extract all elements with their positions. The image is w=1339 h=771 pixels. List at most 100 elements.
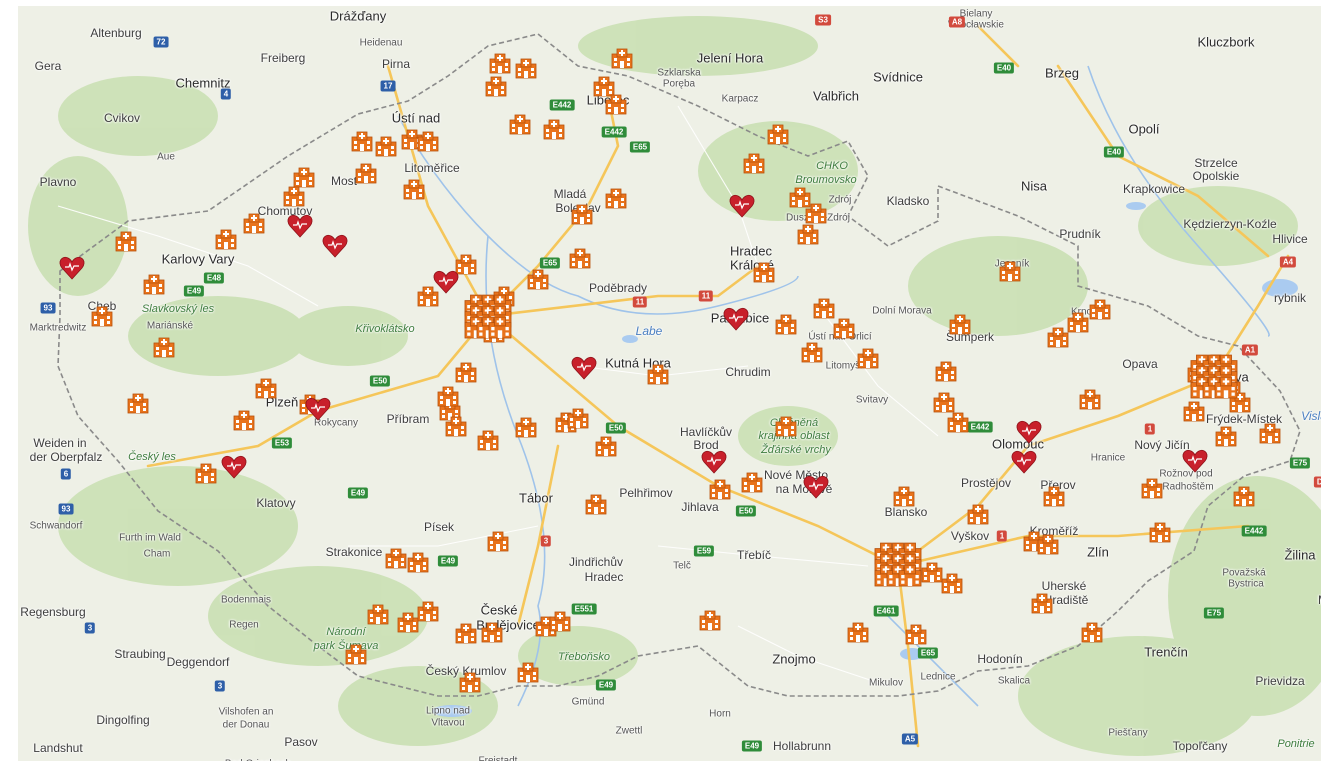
heart-icon[interactable] xyxy=(287,214,313,238)
hospital-building-icon[interactable] xyxy=(455,622,477,644)
hospital-building-icon[interactable] xyxy=(999,260,1021,282)
hospital-building-icon[interactable] xyxy=(1047,326,1069,348)
hospital-building-icon[interactable] xyxy=(585,493,607,515)
hospital-building-icon[interactable] xyxy=(767,123,789,145)
hospital-building-icon[interactable] xyxy=(1233,485,1255,507)
hospital-building-icon[interactable] xyxy=(857,347,879,369)
hospital-building-icon[interactable] xyxy=(1089,298,1111,320)
hospital-building-icon[interactable] xyxy=(355,162,377,184)
heart-icon[interactable] xyxy=(729,194,755,218)
hospital-building-icon[interactable] xyxy=(775,313,797,335)
hospital-building-icon[interactable] xyxy=(509,113,531,135)
hospital-building-icon[interactable] xyxy=(571,203,593,225)
hospital-building-icon[interactable] xyxy=(515,57,537,79)
heart-icon[interactable] xyxy=(571,356,597,380)
hospital-building-icon[interactable] xyxy=(847,621,869,643)
hospital-building-icon[interactable] xyxy=(487,530,509,552)
hospital-building-icon[interactable] xyxy=(351,130,373,152)
hospital-building-icon[interactable] xyxy=(517,661,539,683)
hospital-building-icon[interactable] xyxy=(489,52,511,74)
hospital-building-icon[interactable] xyxy=(488,315,512,339)
hospital-building-icon[interactable] xyxy=(753,261,775,283)
hospital-building-icon[interactable] xyxy=(91,305,113,327)
hospital-building-icon[interactable] xyxy=(345,643,367,665)
heart-icon[interactable] xyxy=(803,475,829,499)
hospital-building-icon[interactable] xyxy=(477,429,499,451)
hospital-building-icon[interactable] xyxy=(567,407,589,429)
heart-icon[interactable] xyxy=(221,455,247,479)
hospital-building-icon[interactable] xyxy=(1067,311,1089,333)
hospital-building-icon[interactable] xyxy=(1149,521,1171,543)
heart-icon[interactable] xyxy=(322,234,348,258)
hospital-building-icon[interactable] xyxy=(647,363,669,385)
heart-icon[interactable] xyxy=(433,270,459,294)
heart-icon[interactable] xyxy=(1182,449,1208,473)
hospital-building-icon[interactable] xyxy=(1214,375,1238,399)
hospital-building-icon[interactable] xyxy=(743,152,765,174)
hospital-building-icon[interactable] xyxy=(699,609,721,631)
hospital-building-icon[interactable] xyxy=(933,391,955,413)
hospital-building-icon[interactable] xyxy=(233,409,255,431)
hospital-building-icon[interactable] xyxy=(367,603,389,625)
hospital-building-icon[interactable] xyxy=(921,561,943,583)
heart-icon[interactable] xyxy=(59,256,85,280)
hospital-building-icon[interactable] xyxy=(437,385,459,407)
hospital-building-icon[interactable] xyxy=(375,135,397,157)
hospital-building-icon[interactable] xyxy=(417,130,439,152)
hospital-building-icon[interactable] xyxy=(595,435,617,457)
hospital-building-icon[interactable] xyxy=(243,212,265,234)
hospital-building-icon[interactable] xyxy=(215,228,237,250)
hospital-building-icon[interactable] xyxy=(153,336,175,358)
hospital-building-icon[interactable] xyxy=(1043,485,1065,507)
hospital-building-icon[interactable] xyxy=(195,462,217,484)
hospital-building-icon[interactable] xyxy=(775,415,797,437)
hospital-building-icon[interactable] xyxy=(833,317,855,339)
hospital-building-icon[interactable] xyxy=(417,600,439,622)
hospital-building-icon[interactable] xyxy=(385,547,407,569)
hospital-building-icon[interactable] xyxy=(1183,400,1205,422)
hospital-building-icon[interactable] xyxy=(143,273,165,295)
hospital-building-icon[interactable] xyxy=(1141,477,1163,499)
hospital-building-icon[interactable] xyxy=(1037,533,1059,555)
hospital-building-icon[interactable] xyxy=(605,187,627,209)
hospital-building-icon[interactable] xyxy=(445,415,467,437)
hospital-building-icon[interactable] xyxy=(941,572,963,594)
hospital-building-icon[interactable] xyxy=(709,478,731,500)
hospital-building-icon[interactable] xyxy=(898,563,922,587)
heart-icon[interactable] xyxy=(305,397,331,421)
hospital-building-icon[interactable] xyxy=(905,623,927,645)
hospital-building-icon[interactable] xyxy=(1079,388,1101,410)
heart-icon[interactable] xyxy=(723,307,749,331)
hospital-building-icon[interactable] xyxy=(407,551,429,573)
hospital-building-icon[interactable] xyxy=(115,230,137,252)
hospital-building-icon[interactable] xyxy=(947,411,969,433)
hospital-building-icon[interactable] xyxy=(611,47,633,69)
hospital-building-icon[interactable] xyxy=(1081,621,1103,643)
hospital-building-icon[interactable] xyxy=(515,416,537,438)
hospital-building-icon[interactable] xyxy=(455,361,477,383)
hospital-building-icon[interactable] xyxy=(1031,592,1053,614)
hospital-building-icon[interactable] xyxy=(549,610,571,632)
hospital-building-icon[interactable] xyxy=(967,503,989,525)
hospital-building-icon[interactable] xyxy=(801,341,823,363)
hospital-building-icon[interactable] xyxy=(813,297,835,319)
hospital-building-icon[interactable] xyxy=(255,377,277,399)
heart-icon[interactable] xyxy=(1011,450,1037,474)
hospital-building-icon[interactable] xyxy=(741,471,763,493)
hospital-building-icon[interactable] xyxy=(893,485,915,507)
hospital-building-icon[interactable] xyxy=(283,185,305,207)
hospital-building-icon[interactable] xyxy=(527,268,549,290)
hospital-building-icon[interactable] xyxy=(1259,422,1281,444)
hospital-building-icon[interactable] xyxy=(605,93,627,115)
hospital-building-icon[interactable] xyxy=(935,360,957,382)
hospital-building-icon[interactable] xyxy=(481,621,503,643)
heart-icon[interactable] xyxy=(701,450,727,474)
hospital-building-icon[interactable] xyxy=(569,247,591,269)
hospital-building-icon[interactable] xyxy=(797,223,819,245)
hospital-building-icon[interactable] xyxy=(543,118,565,140)
hospital-building-icon[interactable] xyxy=(1215,425,1237,447)
hospital-building-icon[interactable] xyxy=(805,202,827,224)
hospital-building-icon[interactable] xyxy=(397,611,419,633)
hospital-building-icon[interactable] xyxy=(485,75,507,97)
heart-icon[interactable] xyxy=(1016,420,1042,444)
